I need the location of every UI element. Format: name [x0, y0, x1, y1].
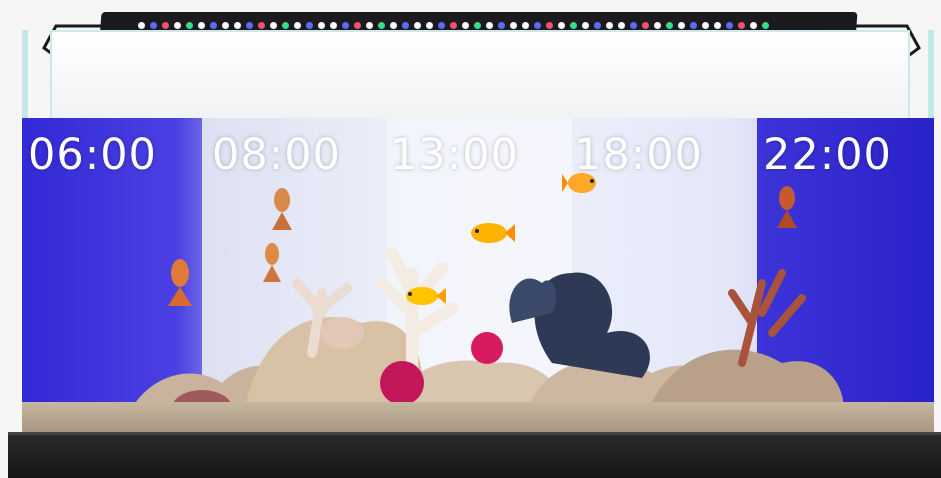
led-dot — [198, 22, 205, 29]
led-dot — [642, 22, 649, 29]
led-dot — [750, 22, 757, 29]
tank-back-glass — [50, 30, 910, 132]
led-dot — [294, 22, 301, 29]
led-dot — [354, 22, 361, 29]
led-dot — [162, 22, 169, 29]
time-label-0800: 08:00 — [212, 130, 341, 180]
stand-top-edge — [8, 432, 941, 435]
led-dot — [498, 22, 505, 29]
led-dot — [222, 22, 229, 29]
led-dot — [570, 22, 577, 29]
led-dot — [414, 22, 421, 29]
led-dot — [762, 22, 769, 29]
led-dot — [306, 22, 313, 29]
led-dot — [150, 22, 157, 29]
led-dot — [462, 22, 469, 29]
fish-goldfish-left — [168, 259, 192, 306]
led-dot — [438, 22, 445, 29]
led-dot — [510, 22, 517, 29]
led-dot — [678, 22, 685, 29]
led-dot — [486, 22, 493, 29]
led-dot — [174, 22, 181, 29]
aquarium-scene: 06:00 08:00 13:00 18:00 22:00 — [0, 0, 941, 478]
led-dot — [618, 22, 625, 29]
led-dot — [318, 22, 325, 29]
led-dot — [282, 22, 289, 29]
led-dot — [714, 22, 721, 29]
fish-goldfish-right — [777, 186, 797, 228]
led-dot — [606, 22, 613, 29]
led-dot — [522, 22, 529, 29]
led-dot — [390, 22, 397, 29]
led-dot — [558, 22, 565, 29]
led-dot — [342, 22, 349, 29]
led-dot — [726, 22, 733, 29]
fish-orange — [471, 223, 515, 243]
led-dot — [738, 22, 745, 29]
led-dot — [246, 22, 253, 29]
fish-yellow — [406, 287, 446, 305]
time-label-1800: 18:00 — [574, 130, 703, 180]
led-dot — [450, 22, 457, 29]
time-label-1300: 13:00 — [390, 130, 519, 180]
led-dot — [582, 22, 589, 29]
led-dot — [546, 22, 553, 29]
led-dot — [426, 22, 433, 29]
led-dot — [474, 22, 481, 29]
led-dot — [654, 22, 661, 29]
led-dot — [270, 22, 277, 29]
sand-floor — [22, 402, 934, 432]
led-dot — [666, 22, 673, 29]
time-label-0600: 06:00 — [28, 130, 157, 180]
led-dot — [594, 22, 601, 29]
water-area: 06:00 08:00 13:00 18:00 22:00 — [22, 118, 934, 432]
led-dot — [366, 22, 373, 29]
time-label-2200: 22:00 — [763, 130, 892, 180]
led-dot — [702, 22, 709, 29]
led-dot — [330, 22, 337, 29]
led-dot — [378, 22, 385, 29]
fish-goldfish-mid — [272, 188, 292, 230]
aquarium-stand — [8, 432, 941, 478]
led-dot — [534, 22, 541, 29]
led-dot — [402, 22, 409, 29]
aquarium-tank: 06:00 08:00 13:00 18:00 22:00 — [22, 30, 934, 432]
fish-goldfish-small — [263, 243, 281, 282]
led-dot — [690, 22, 697, 29]
led-dot — [234, 22, 241, 29]
led-dot — [258, 22, 265, 29]
led-dot — [210, 22, 217, 29]
led-dot — [630, 22, 637, 29]
led-dot — [186, 22, 193, 29]
